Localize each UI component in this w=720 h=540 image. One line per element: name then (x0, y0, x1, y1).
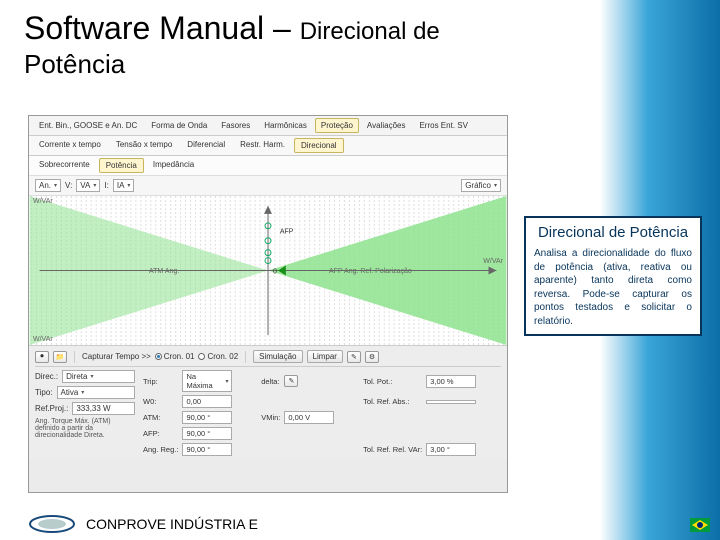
angreg-label: Ang. Reg.: (143, 445, 178, 454)
chart-area: AFP 0 W/VAr W/VAr ATM Ang. AFP Ang. Ref.… (29, 196, 507, 346)
refproj-label: Ref.Proj.: (35, 404, 68, 413)
tab-harm-nicas[interactable]: Harmônicas (258, 118, 313, 133)
capture-row: ⏺ 📁 Capturar Tempo >> Cron. 01 Cron. 02 … (35, 350, 501, 363)
conprove-logo-icon (28, 514, 76, 534)
w0-label: W0: (143, 397, 178, 406)
tab-forma-de-onda[interactable]: Forma de Onda (145, 118, 213, 133)
tab-fasores[interactable]: Fasores (215, 118, 256, 133)
atm-label: ATM: (143, 413, 178, 422)
refproj-input[interactable]: 333,33 W (72, 402, 135, 415)
direcional-chart: AFP 0 (29, 196, 507, 345)
delta-edit-icon[interactable]: ✎ (284, 375, 298, 387)
capture-icon[interactable]: ⏺ (35, 351, 49, 363)
angreg-input[interactable]: 90,00 ° (182, 443, 232, 456)
atm-note: Ang. Torque Máx. (ATM) definido a partir… (35, 418, 125, 439)
limpar-button[interactable]: Limpar (307, 350, 343, 363)
v-dropdown[interactable]: VA (76, 179, 100, 192)
chart-left-text: ATM Ang. (149, 268, 179, 275)
tab-sobrecorrente[interactable]: Sobrecorrente (33, 158, 96, 173)
v-label: V: (65, 181, 72, 190)
slide-title: Software Manual – Direcional de Potência (24, 10, 696, 80)
vmin-input[interactable]: 0,00 V (284, 411, 334, 424)
trip-label: Trip: (143, 377, 178, 386)
afp-label: AFP: (143, 429, 178, 438)
afp-input[interactable]: 90,00 ° (182, 427, 232, 440)
tolrefabs-label: Tol. Ref. Abs.: (363, 397, 422, 406)
trip-dropdown[interactable]: Na Máxima (182, 370, 232, 392)
delta-label: delta: (261, 377, 280, 386)
tabbar-sub: SobrecorrentePotênciaImpedância (29, 156, 507, 176)
tolrefrel-input[interactable]: 3,00 ° (426, 443, 476, 456)
x-axis-label: W/VAr (483, 258, 503, 265)
cron02-label: Cron. 02 (207, 352, 238, 361)
tab-ent-bin-goose-e-an-dc[interactable]: Ent. Bin., GOOSE e An. DC (33, 118, 143, 133)
an-dropdown[interactable]: An. (35, 179, 61, 192)
folder-icon[interactable]: 📁 (53, 351, 67, 363)
callout-title: Direcional de Potência (534, 224, 692, 241)
direc-dropdown[interactable]: Direta (62, 370, 135, 383)
control-row: An. V: VA I: IA Gráfico (29, 176, 507, 196)
brazil-flag-icon (690, 518, 710, 532)
tab-avalia-es[interactable]: Avaliações (361, 118, 412, 133)
app-window: Ent. Bin., GOOSE e An. DCForma de OndaFa… (28, 115, 508, 493)
vmin-label: VMin: (261, 413, 280, 422)
direc-label: Direc.: (35, 372, 58, 381)
tolrefabs-input[interactable] (426, 400, 476, 404)
title-sub2: Potência (24, 49, 696, 80)
tab-diferencial[interactable]: Diferencial (181, 138, 231, 153)
cron02-radio[interactable]: Cron. 02 (198, 352, 238, 361)
tab-pot-ncia[interactable]: Potência (99, 158, 144, 173)
svg-text:AFP: AFP (280, 229, 294, 236)
capture-label: Capturar Tempo >> (82, 352, 151, 361)
tolpot-input[interactable]: 3,00 % (426, 375, 476, 388)
w0-input[interactable]: 0,00 (182, 395, 232, 408)
tab-corrente-x-tempo[interactable]: Corrente x tempo (33, 138, 107, 153)
callout-box: Direcional de Potência Analisa a direcio… (524, 216, 702, 336)
callout-body: Analisa a direcionalidade do fluxo de po… (534, 247, 692, 328)
cron01-radio[interactable]: Cron. 01 (155, 352, 195, 361)
y-axis-label: W/VAr (33, 198, 53, 205)
pencil-icon[interactable]: ✎ (347, 351, 361, 363)
i-label: I: (104, 181, 108, 190)
left-col: Direc.: Direta Tipo: Ativa Ref.Proj.: 33… (35, 370, 135, 456)
footer-text: CONPROVE INDÚSTRIA E (86, 516, 258, 532)
tab-restr-harm-[interactable]: Restr. Harm. (234, 138, 291, 153)
tab-prote-o[interactable]: Proteção (315, 118, 359, 133)
tab-imped-ncia[interactable]: Impedância (147, 158, 200, 173)
bottom-panel: ⏺ 📁 Capturar Tempo >> Cron. 01 Cron. 02 … (29, 346, 507, 460)
right-grid: Trip: Na Máxima delta: ✎ Tol. Pot.: 3,00… (143, 370, 501, 456)
tabbar-mid: Corrente x tempoTensão x tempoDiferencia… (29, 136, 507, 156)
tipo-label: Tipo: (35, 388, 53, 397)
i-dropdown[interactable]: IA (113, 179, 135, 192)
title-main: Software Manual – (24, 10, 300, 46)
cron01-label: Cron. 01 (164, 352, 195, 361)
title-sub: Direcional de (300, 18, 440, 45)
y-axis-label-b: W/VAr (33, 336, 53, 343)
tab-erros-ent-sv[interactable]: Erros Ent. SV (413, 118, 473, 133)
tolpot-label: Tol. Pot.: (363, 377, 422, 386)
grafico-dropdown[interactable]: Gráfico (461, 179, 501, 192)
footer: CONPROVE INDÚSTRIA E (28, 514, 258, 534)
simulacao-button[interactable]: Simulação (253, 350, 302, 363)
tabbar-top: Ent. Bin., GOOSE e An. DCForma de OndaFa… (29, 116, 507, 136)
tab-tens-o-x-tempo[interactable]: Tensão x tempo (110, 138, 178, 153)
atm-input[interactable]: 90,00 ° (182, 411, 232, 424)
tolrefrel-label: Tol. Ref. Rel. VAr: (363, 445, 422, 454)
settings-icon[interactable]: ⚙ (365, 351, 379, 363)
tab-direcional[interactable]: Direcional (294, 138, 344, 153)
svg-text:0: 0 (273, 268, 277, 275)
tipo-dropdown[interactable]: Ativa (57, 386, 136, 399)
chart-right-text: AFP Ang. Ref. Polarização (329, 268, 412, 275)
